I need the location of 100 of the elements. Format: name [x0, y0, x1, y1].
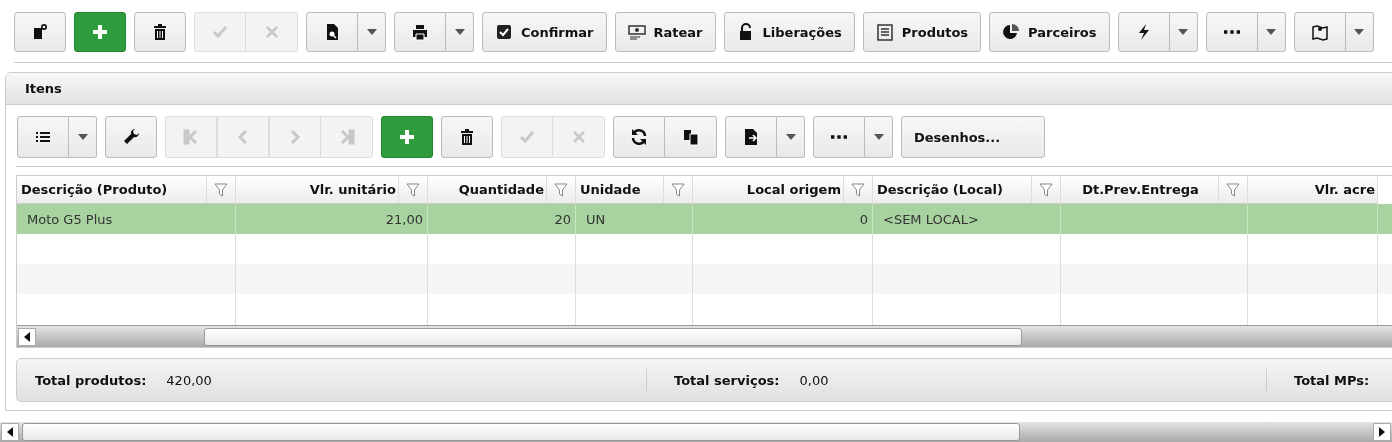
scroll-thumb[interactable] — [22, 423, 1020, 441]
header-label: Vlr. acre — [1313, 182, 1376, 197]
drawings-button[interactable]: Desenhos... — [901, 116, 1045, 158]
column-header[interactable]: Local origem — [693, 176, 873, 204]
scroll-right-button[interactable] — [1373, 423, 1391, 441]
table-cell: 0 — [859, 211, 868, 227]
trash-button[interactable] — [134, 12, 186, 52]
header-label: Local origem — [745, 182, 842, 197]
scroll-left-button[interactable] — [18, 327, 36, 346]
right-arrow-icon — [1379, 427, 1385, 437]
copy-button[interactable] — [665, 116, 717, 158]
filter-icon[interactable] — [214, 182, 228, 197]
toolbar-button[interactable]: Ratear — [614, 12, 716, 52]
table-cell: UN — [586, 211, 606, 227]
caret-icon — [366, 29, 377, 35]
wrench-button[interactable] — [105, 116, 157, 158]
header-label: Vlr. unitário — [308, 182, 397, 197]
more-icon — [1223, 30, 1240, 34]
export-button[interactable] — [725, 116, 777, 158]
dropdown-button[interactable] — [69, 116, 97, 158]
trash-icon — [151, 23, 169, 41]
page-scrollbar[interactable] — [0, 422, 1392, 442]
checkbox-icon — [495, 23, 513, 41]
column-header[interactable]: Descrição (Produto) — [17, 176, 236, 204]
print-button[interactable] — [394, 12, 446, 52]
plus-icon — [91, 23, 109, 41]
column-header[interactable]: Dt.Prev.Entrega — [1061, 176, 1248, 204]
column-header[interactable]: Quantidade — [428, 176, 576, 204]
total-label: Total produtos: — [35, 372, 147, 388]
filter-icon[interactable] — [406, 182, 420, 197]
dropdown-button[interactable] — [358, 12, 386, 52]
column-header[interactable]: Vlr. acre — [1248, 176, 1378, 204]
dropdown-button[interactable] — [1345, 12, 1374, 52]
filter-icon[interactable] — [554, 182, 568, 197]
caret-icon — [77, 134, 88, 140]
filter-icon[interactable] — [671, 182, 685, 197]
header-label: Descrição (Local) — [876, 182, 1004, 197]
column-header[interactable]: Descrição (Local) — [873, 176, 1061, 204]
docbadge-button[interactable] — [14, 12, 66, 52]
dots-button[interactable] — [1205, 12, 1258, 52]
plus-button[interactable] — [74, 12, 126, 52]
total-value: 420,00 — [166, 372, 212, 388]
header-label: Quantidade — [457, 182, 545, 197]
dropdown-button[interactable] — [446, 12, 474, 52]
document-icon — [31, 23, 49, 41]
table-cell: 21,00 — [385, 211, 423, 227]
total-label: Total MPs: — [1294, 372, 1370, 388]
column-header[interactable]: Vlr. unitário — [236, 176, 428, 204]
total-value: 0,00 — [799, 372, 829, 388]
money-icon — [627, 23, 646, 41]
caret-icon — [1266, 29, 1276, 35]
caret-icon — [1354, 29, 1364, 35]
toolbar-button[interactable]: Parceiros — [989, 12, 1110, 52]
horizontal-scrollbar[interactable] — [17, 325, 1392, 347]
lines-button[interactable] — [17, 116, 69, 158]
caret-icon — [1178, 29, 1188, 35]
pie-chart-icon — [1002, 23, 1021, 41]
more-icon — [831, 135, 847, 139]
bolt-button[interactable] — [1117, 12, 1170, 52]
dropdown-button[interactable] — [1257, 12, 1286, 52]
dropdown-button[interactable] — [865, 116, 893, 158]
header-label: Unidade — [579, 182, 642, 197]
header-label: Descrição (Produto) — [20, 182, 169, 197]
dropdown-button[interactable] — [777, 116, 805, 158]
trash-icon — [458, 128, 476, 146]
left-arrow-icon — [24, 331, 30, 342]
map-button[interactable] — [1293, 12, 1346, 52]
docsearch-button[interactable] — [306, 12, 358, 52]
dots-button[interactable] — [813, 116, 865, 158]
trash-button[interactable] — [441, 116, 493, 158]
list-icon — [875, 23, 894, 41]
refresh-button[interactable] — [613, 116, 665, 158]
table-cell: Moto G5 Plus — [27, 211, 113, 227]
panel-title: Itens — [25, 81, 62, 96]
table-cell: 20 — [554, 211, 571, 227]
first-page-icon — [182, 128, 200, 146]
toolbar-button[interactable]: Liberações — [723, 12, 855, 52]
refresh-icon — [630, 128, 648, 146]
scroll-thumb[interactable] — [204, 327, 1022, 346]
header-label: Dt.Prev.Entrega — [1081, 182, 1200, 197]
filter-icon[interactable] — [851, 182, 865, 197]
toolbar-button[interactable]: Produtos — [862, 12, 982, 52]
check-icon — [518, 128, 536, 146]
scroll-left-button[interactable] — [1, 423, 19, 441]
map-icon — [1310, 23, 1329, 41]
filter-icon[interactable] — [1039, 182, 1053, 197]
total-label: Total serviços: — [674, 372, 780, 388]
column-header[interactable]: Unidade — [576, 176, 693, 204]
filter-icon[interactable] — [1226, 182, 1240, 197]
table-row[interactable]: Moto G5 Plus 21,00 20 UN 0 <SEM LOCAL> — [17, 204, 1392, 234]
plus-button[interactable] — [381, 116, 433, 158]
export-icon — [742, 128, 760, 146]
check-icon — [211, 23, 229, 41]
caret-icon — [873, 134, 884, 140]
dropdown-button[interactable] — [1169, 12, 1198, 52]
table-cell: <SEM LOCAL> — [883, 211, 979, 227]
left-arrow-icon — [7, 427, 13, 437]
toolbar-button[interactable]: Confirmar — [482, 12, 607, 52]
caret-icon — [785, 134, 796, 140]
print-icon — [411, 23, 429, 41]
